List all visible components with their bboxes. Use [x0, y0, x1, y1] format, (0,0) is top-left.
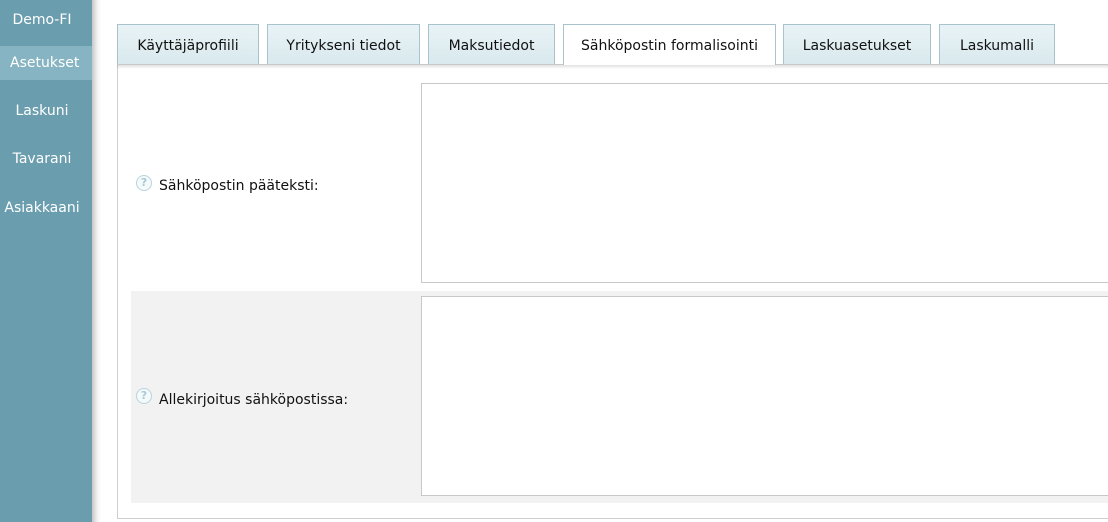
sidebar-item-asetukset[interactable]: Asetukset [0, 46, 92, 80]
question-icon[interactable]: ? [136, 388, 152, 404]
sidebar: Demo-FI Asetukset Laskuni Tavarani Asiak… [0, 0, 92, 522]
tab-sahkopostin-formalisointi[interactable]: Sähköpostin formalisointi [563, 24, 776, 65]
email-body-label: Sähköpostin pääteksti: [159, 178, 319, 194]
tab-yritykseni-tiedot[interactable]: Yritykseni tiedot [267, 24, 420, 64]
tab-laskuasetukset[interactable]: Laskuasetukset [783, 24, 931, 64]
sidebar-account-title: Demo-FI [12, 12, 72, 28]
sidebar-shadow [92, 0, 101, 522]
email-body-textarea[interactable] [421, 83, 1108, 283]
sidebar-item-tavarani[interactable]: Tavarani [0, 151, 84, 167]
email-signature-label: Allekirjoitus sähköpostissa: [159, 392, 349, 408]
tab-maksutiedot[interactable]: Maksutiedot [428, 24, 555, 64]
email-signature-textarea[interactable] [421, 296, 1108, 496]
tab-kayttajaprofiili[interactable]: Käyttäjäprofiili [117, 24, 259, 64]
tab-laskumalli[interactable]: Laskumalli [939, 24, 1055, 64]
sidebar-item-asiakkaani[interactable]: Asiakkaani [0, 200, 86, 216]
sidebar-item-laskuni[interactable]: Laskuni [0, 103, 84, 119]
question-icon[interactable]: ? [136, 175, 152, 191]
